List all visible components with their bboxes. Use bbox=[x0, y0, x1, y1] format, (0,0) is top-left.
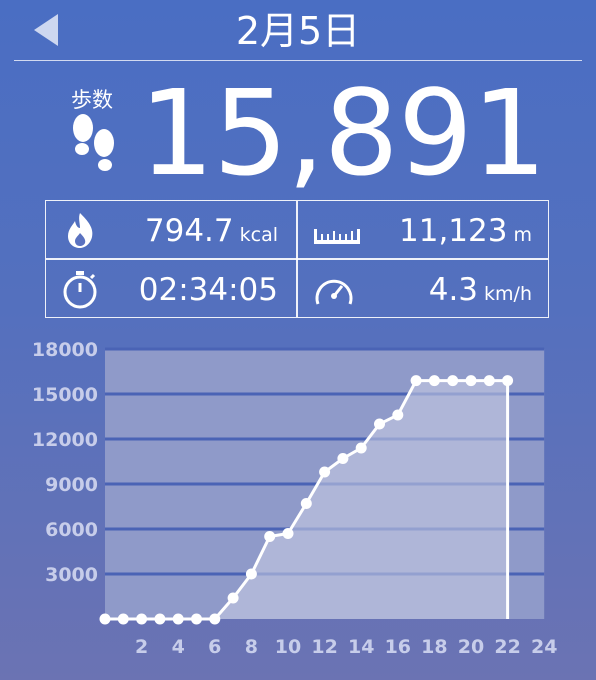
y-tick-label: 18000 bbox=[32, 339, 98, 361]
x-tick-label: 8 bbox=[245, 636, 258, 658]
data-point bbox=[136, 613, 148, 625]
x-tick-label: 18 bbox=[421, 636, 447, 658]
data-point bbox=[117, 613, 129, 625]
y-tick-label: 9000 bbox=[45, 474, 98, 496]
steps-chart: 1800015000120009000600030002 4 6 8 10 12 14 16 1… bbox=[32, 339, 558, 658]
x-tick-label: 24 bbox=[531, 636, 557, 658]
data-point bbox=[154, 613, 166, 625]
distance-unit: m bbox=[513, 224, 532, 246]
data-point bbox=[337, 453, 349, 464]
ruler-icon bbox=[314, 229, 360, 244]
data-point bbox=[447, 375, 459, 387]
x-tick-label: 10 bbox=[275, 636, 301, 658]
speed-value: 4.3 bbox=[428, 272, 479, 308]
data-point bbox=[392, 409, 404, 421]
y-tick-label: 3000 bbox=[45, 564, 98, 586]
x-tick-label: 22 bbox=[494, 636, 520, 658]
data-point bbox=[428, 375, 440, 387]
data-point bbox=[374, 418, 385, 430]
distance-value: 11,123 bbox=[399, 213, 508, 249]
speed-cell: 4.3 km/h bbox=[298, 260, 548, 318]
header: 2月5日 bbox=[0, 0, 596, 62]
data-point bbox=[264, 531, 276, 542]
steps-label: 歩数 bbox=[71, 88, 113, 112]
speed-unit: km/h bbox=[484, 283, 532, 305]
y-tick-label: 6000 bbox=[45, 519, 98, 541]
data-point bbox=[319, 466, 331, 478]
steps-count: 15,891 bbox=[139, 64, 547, 202]
data-point bbox=[282, 528, 294, 539]
x-tick-label: 2 bbox=[135, 636, 148, 658]
footprints-icon bbox=[73, 114, 114, 171]
y-tick-label: 12000 bbox=[32, 429, 98, 451]
data-point bbox=[300, 498, 312, 509]
duration-cell: 02:34:05 bbox=[46, 260, 296, 318]
data-point bbox=[191, 613, 202, 625]
header-divider bbox=[14, 60, 582, 61]
distance-cell: 11,123 m bbox=[298, 201, 548, 259]
data-point bbox=[172, 613, 184, 625]
calories-unit: kcal bbox=[239, 224, 278, 246]
data-point bbox=[245, 568, 257, 580]
stopwatch-icon bbox=[63, 271, 97, 309]
duration-value: 02:34:05 bbox=[138, 272, 278, 308]
y-tick-label: 15000 bbox=[32, 384, 98, 406]
x-tick-label: 20 bbox=[458, 636, 484, 658]
data-point bbox=[483, 375, 495, 387]
data-point bbox=[227, 592, 239, 604]
data-point bbox=[355, 442, 367, 454]
calories-value: 794.7 bbox=[144, 213, 234, 249]
data-point bbox=[99, 613, 111, 625]
x-tick-label: 16 bbox=[385, 636, 411, 658]
x-tick-label: 12 bbox=[311, 636, 337, 658]
x-tick-label: 6 bbox=[208, 636, 221, 658]
calories-cell: 794.7 kcal bbox=[46, 201, 296, 259]
data-point bbox=[465, 375, 477, 387]
x-tick-label: 4 bbox=[172, 636, 185, 658]
stats-grid: 794.7 kcal 11,123 m 02:34:05 4.3 km/h bbox=[45, 200, 549, 318]
x-tick-label: 14 bbox=[348, 636, 374, 658]
speedometer-icon bbox=[315, 279, 353, 305]
data-point bbox=[410, 375, 422, 387]
flame-icon bbox=[68, 213, 93, 248]
data-point bbox=[209, 613, 221, 625]
data-point bbox=[502, 375, 514, 387]
date-title: 2月5日 bbox=[235, 9, 361, 53]
